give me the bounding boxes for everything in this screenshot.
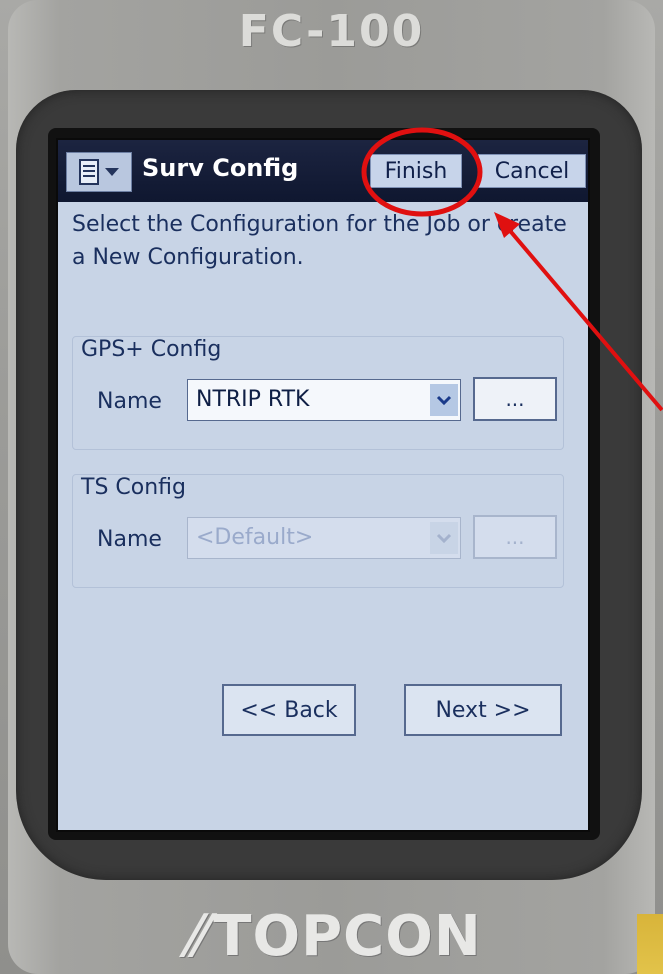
ts-config-group: TS Config Name <Default> ... xyxy=(72,474,564,588)
title-bar: Surv Config Finish Cancel xyxy=(58,140,588,202)
brand-name: TOPCON xyxy=(213,904,482,969)
ts-config-title: TS Config xyxy=(81,475,186,500)
model-label: FC-100 xyxy=(238,6,425,57)
next-button[interactable]: Next >> xyxy=(404,684,562,736)
menu-button[interactable] xyxy=(66,152,132,192)
ts-config-value: <Default> xyxy=(196,525,314,550)
device-body: FC-100 ⫽ TOPCON Surv Config Finish Cancel xyxy=(0,0,663,974)
chevron-down-icon[interactable] xyxy=(430,384,458,416)
gps-config-value: NTRIP RTK xyxy=(196,387,310,412)
gps-config-group: GPS+ Config Name NTRIP RTK ... xyxy=(72,336,564,450)
content-area: Select the Configuration for the Job or … xyxy=(58,202,588,830)
gps-config-browse-button[interactable]: ... xyxy=(473,377,557,421)
gps-config-title: GPS+ Config xyxy=(81,337,222,362)
menu-icon xyxy=(79,159,99,185)
topcon-logo-icon: ⫽ xyxy=(181,904,208,969)
ts-name-label: Name xyxy=(97,527,162,552)
page-title: Surv Config xyxy=(142,154,299,182)
instruction-text: Select the Configuration for the Job or … xyxy=(72,212,567,270)
back-button[interactable]: << Back xyxy=(222,684,356,736)
chevron-down-icon xyxy=(430,522,458,554)
ts-config-dropdown: <Default> xyxy=(187,517,461,559)
finish-button[interactable]: Finish xyxy=(370,154,462,188)
cancel-button[interactable]: Cancel xyxy=(478,154,586,188)
gps-name-label: Name xyxy=(97,389,162,414)
chevron-down-icon xyxy=(105,168,119,176)
gps-config-dropdown[interactable]: NTRIP RTK xyxy=(187,379,461,421)
device-screen: Surv Config Finish Cancel Select the Con… xyxy=(58,140,588,830)
ts-config-browse-button: ... xyxy=(473,515,557,559)
brand-logo: ⫽ TOPCON xyxy=(0,904,663,970)
